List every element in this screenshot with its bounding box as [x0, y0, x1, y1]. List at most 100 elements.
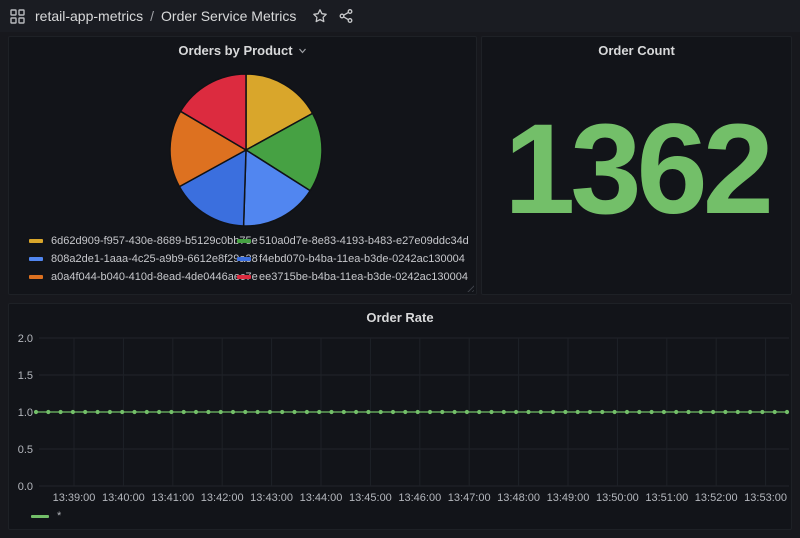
x-axis-tick-label: 13:49:00 — [547, 492, 590, 504]
y-axis-tick-label: 1.0 — [18, 407, 33, 419]
series-point — [59, 410, 63, 414]
series-point — [785, 410, 789, 414]
x-axis-tick-label: 13:51:00 — [645, 492, 688, 504]
series-point — [723, 410, 727, 414]
breadcrumb-page-title[interactable]: Order Service Metrics — [161, 8, 296, 24]
series-point — [613, 410, 617, 414]
series-point — [674, 410, 678, 414]
pie-legend-item[interactable]: ee3715be-b4ba-11ea-b3de-0242ac130004 — [237, 270, 469, 284]
series-point — [551, 410, 555, 414]
series-point — [256, 410, 260, 414]
series-point — [182, 410, 186, 414]
rate-panel-title-button[interactable]: Order Rate — [9, 304, 791, 330]
pie-legend-item[interactable]: 510a0d7e-8e83-4193-b483-e27e09ddc34d — [237, 234, 469, 248]
series-point — [46, 410, 50, 414]
pie-legend-item[interactable]: a0a4f044-b040-410d-8ead-4de0446aec7e — [29, 270, 231, 284]
x-axis-tick-label: 13:48:00 — [497, 492, 540, 504]
order-rate-panel: Order Rate 0.00.51.01.52.013:39:0013:40:… — [8, 303, 792, 530]
order-count-value: 1362 — [482, 63, 791, 294]
series-point — [748, 410, 752, 414]
series-point — [157, 410, 161, 414]
y-axis-tick-label: 0.0 — [18, 481, 33, 493]
legend-color-swatch — [29, 275, 43, 279]
star-icon[interactable] — [312, 8, 328, 24]
series-point — [120, 410, 124, 414]
count-panel-title-button[interactable]: Order Count — [482, 37, 791, 63]
breadcrumb: retail-app-metrics / Order Service Metri… — [35, 8, 296, 24]
series-point — [194, 410, 198, 414]
series-point — [600, 410, 604, 414]
x-axis-tick-label: 13:46:00 — [398, 492, 441, 504]
pie-legend-item[interactable]: 6d62d909-f957-430e-8689-b5129c0bb75e — [29, 234, 231, 248]
breadcrumb-dashboard-folder[interactable]: retail-app-metrics — [35, 8, 143, 24]
series-point — [108, 410, 112, 414]
series-point — [773, 410, 777, 414]
series-point — [465, 410, 469, 414]
series-point — [625, 410, 629, 414]
x-axis-tick-label: 13:45:00 — [349, 492, 392, 504]
rate-legend-item[interactable]: * — [31, 510, 61, 522]
series-point — [243, 410, 247, 414]
series-point — [169, 410, 173, 414]
pie-legend-item[interactable]: 808a2de1-1aaa-4c25-a9b9-6612e8f29a38 — [29, 252, 231, 266]
count-panel-title: Order Count — [598, 43, 675, 58]
pie-panel-title-button[interactable]: Orders by Product — [9, 37, 476, 63]
series-point — [391, 410, 395, 414]
x-axis-tick-label: 13:52:00 — [695, 492, 738, 504]
y-axis-tick-label: 1.5 — [18, 370, 33, 382]
series-point — [526, 410, 530, 414]
x-axis-tick-label: 13:53:00 — [744, 492, 787, 504]
series-point — [354, 410, 358, 414]
series-point — [736, 410, 740, 414]
series-point — [686, 410, 690, 414]
orders-by-product-panel: Orders by Product 6d62d909-f957-430e-868… — [8, 36, 477, 295]
series-point — [477, 410, 481, 414]
dashboards-grid-icon[interactable] — [10, 9, 25, 24]
pie-legend-item[interactable]: f4ebd070-b4ba-11ea-b3de-0242ac130004 — [237, 252, 469, 266]
x-axis-tick-label: 13:40:00 — [102, 492, 145, 504]
series-point — [760, 410, 764, 414]
pie-legend: 6d62d909-f957-430e-8689-b5129c0bb75e510a… — [29, 234, 469, 284]
series-point — [576, 410, 580, 414]
series-point — [539, 410, 543, 414]
x-axis-tick-label: 13:41:00 — [151, 492, 194, 504]
series-point — [563, 410, 567, 414]
series-point — [711, 410, 715, 414]
y-axis-tick-label: 0.5 — [18, 444, 33, 456]
series-point — [292, 410, 296, 414]
series-point — [342, 410, 346, 414]
series-point — [428, 410, 432, 414]
series-point — [588, 410, 592, 414]
series-point — [71, 410, 75, 414]
series-point — [440, 410, 444, 414]
y-axis-tick-label: 2.0 — [18, 333, 33, 345]
rate-panel-title: Order Rate — [366, 310, 433, 325]
series-point — [650, 410, 654, 414]
series-point — [268, 410, 272, 414]
series-point — [206, 410, 210, 414]
series-point — [379, 410, 383, 414]
series-point — [219, 410, 223, 414]
x-axis-tick-label: 13:50:00 — [596, 492, 639, 504]
legend-series-label: a0a4f044-b040-410d-8ead-4de0446aec7e — [51, 271, 258, 283]
x-axis-tick-label: 13:43:00 — [250, 492, 293, 504]
series-point — [96, 410, 100, 414]
legend-series-label: 510a0d7e-8e83-4193-b483-e27e09ddc34d — [259, 235, 469, 247]
series-point — [329, 410, 333, 414]
series-point — [514, 410, 518, 414]
series-point — [416, 410, 420, 414]
top-navigation-bar: retail-app-metrics / Order Service Metri… — [0, 0, 800, 32]
series-point — [489, 410, 493, 414]
series-point — [662, 410, 666, 414]
legend-series-label: * — [57, 510, 61, 522]
share-icon[interactable] — [338, 8, 354, 24]
order-rate-chart[interactable]: 0.00.51.01.52.013:39:0013:40:0013:41:001… — [9, 304, 791, 529]
legend-series-label: 6d62d909-f957-430e-8689-b5129c0bb75e — [51, 235, 258, 247]
chevron-down-icon — [298, 46, 307, 55]
legend-color-swatch — [31, 515, 49, 518]
series-point — [403, 410, 407, 414]
legend-series-label: 808a2de1-1aaa-4c25-a9b9-6612e8f29a38 — [51, 253, 258, 265]
x-axis-tick-label: 13:44:00 — [300, 492, 343, 504]
legend-series-label: f4ebd070-b4ba-11ea-b3de-0242ac130004 — [259, 253, 465, 265]
legend-color-swatch — [29, 239, 43, 243]
